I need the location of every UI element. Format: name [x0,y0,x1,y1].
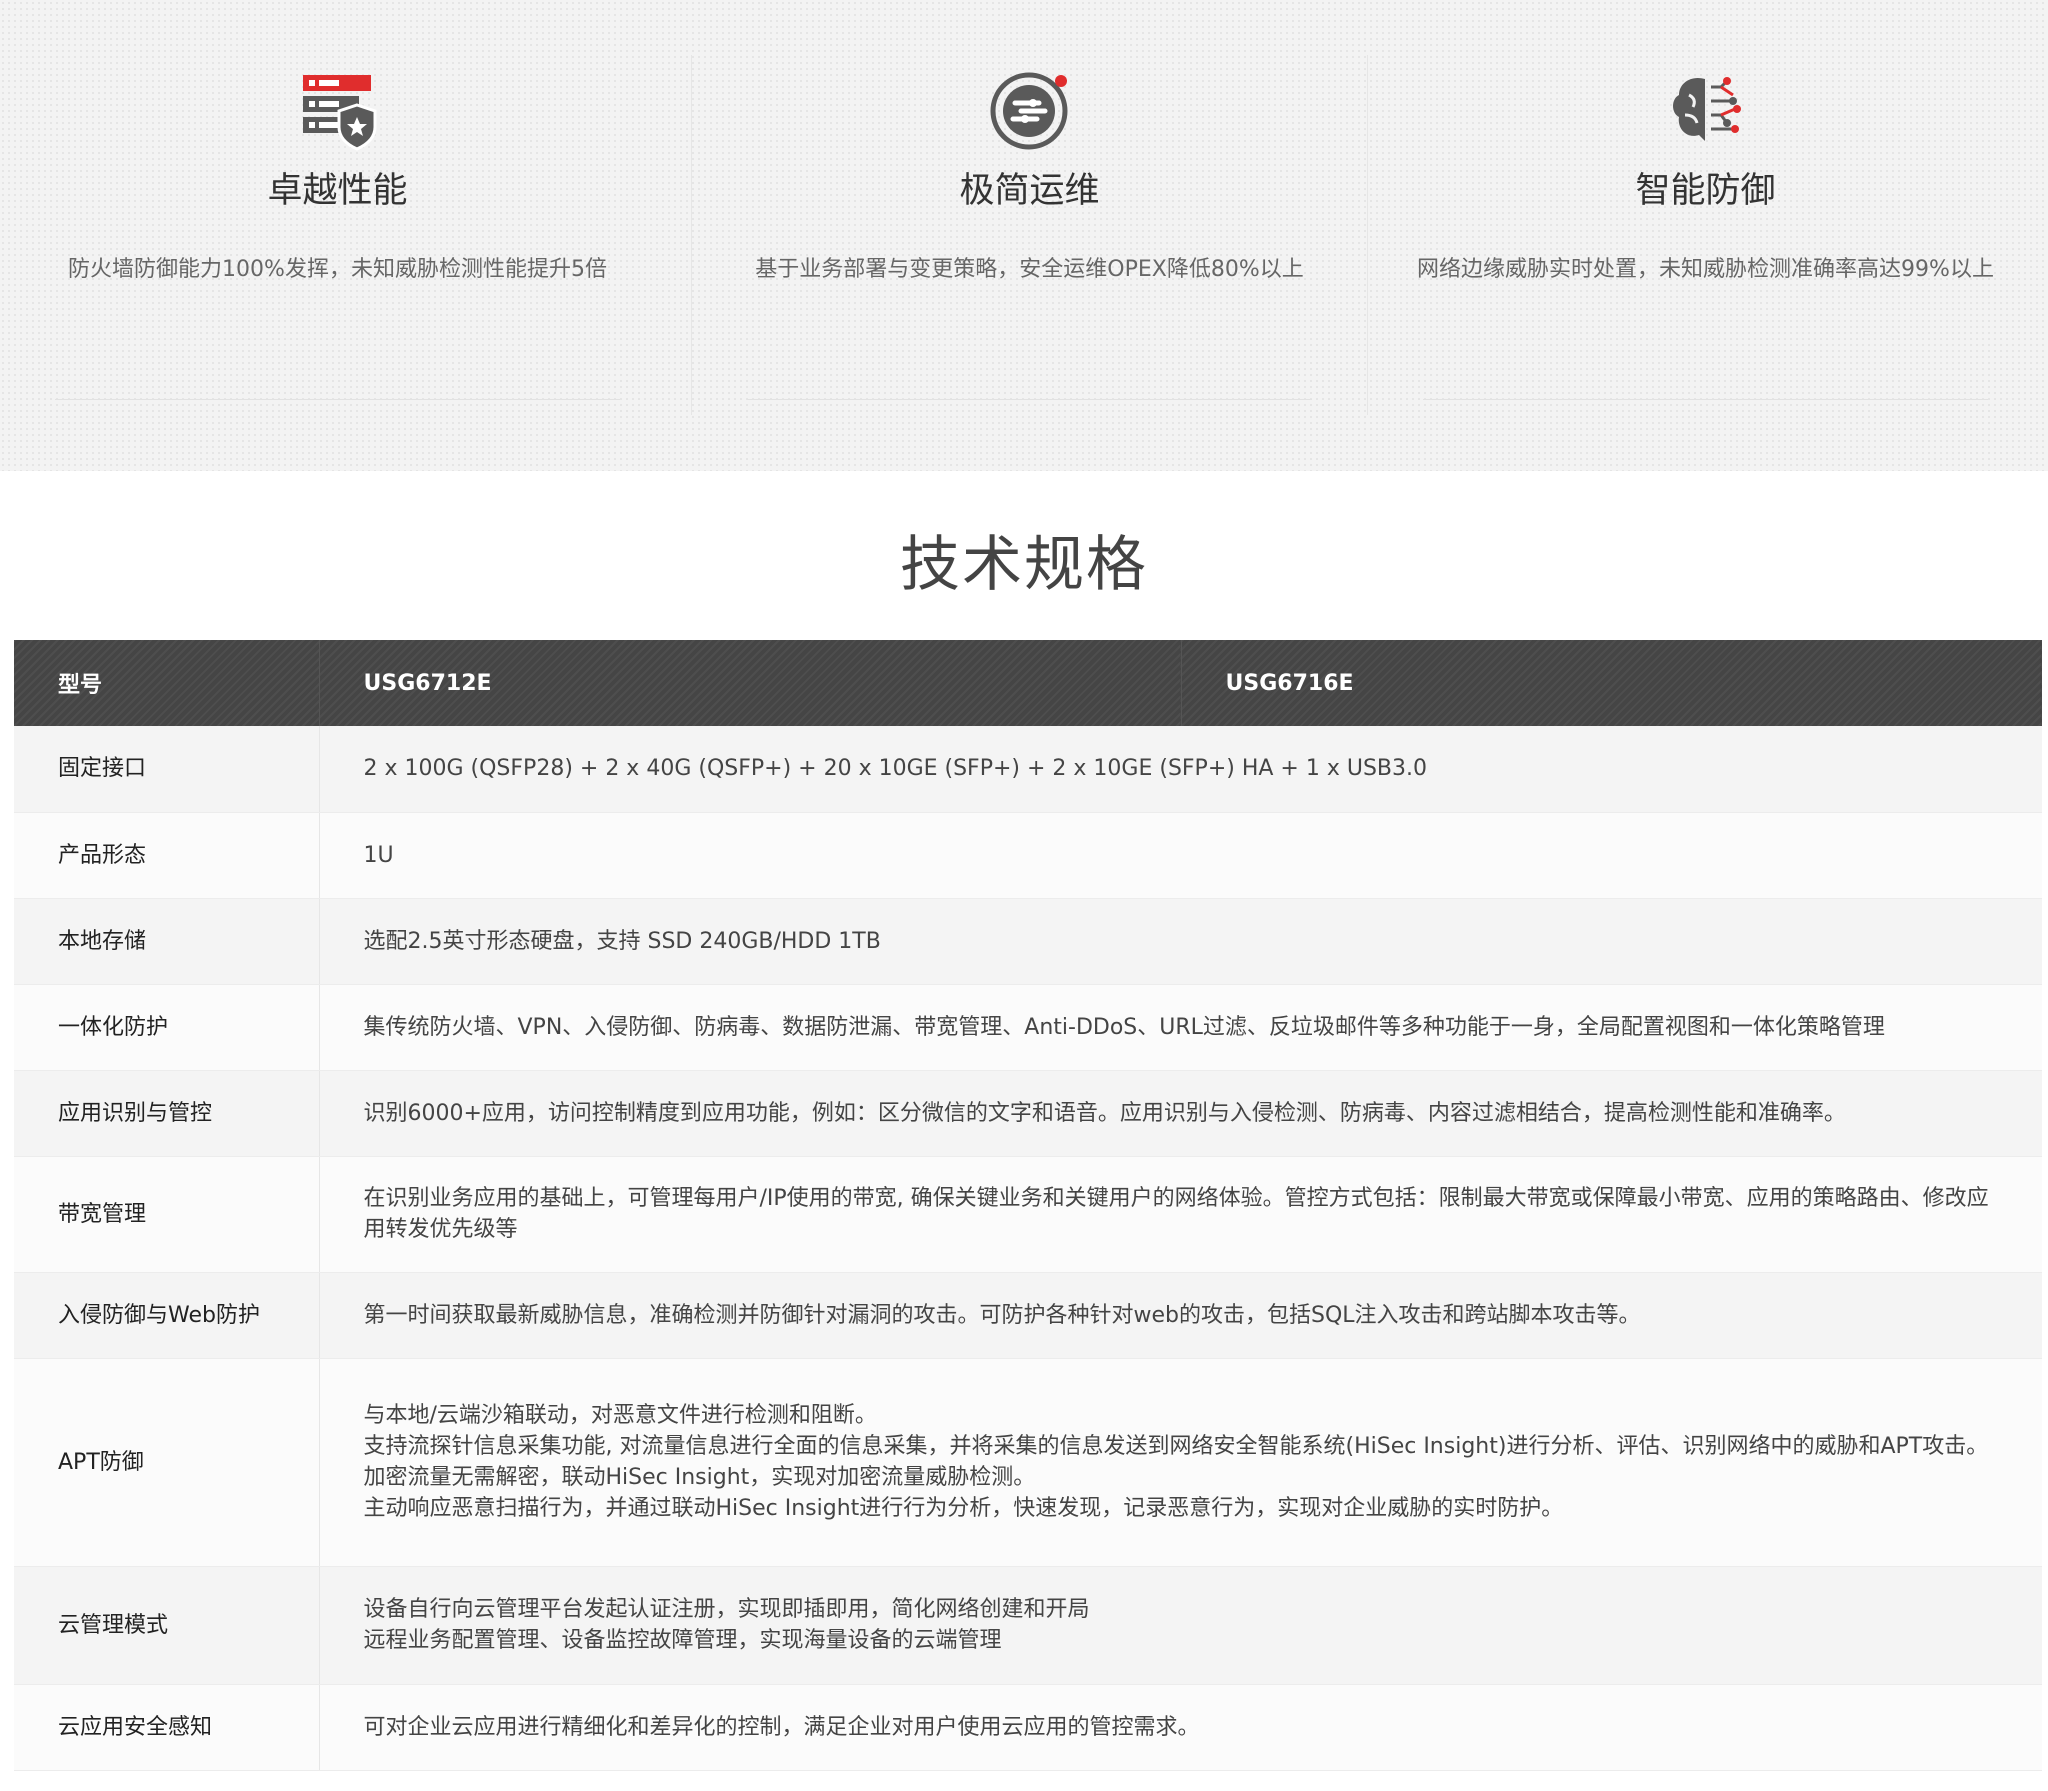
feature-underline [747,399,1312,400]
spec-value-line: 在识别业务应用的基础上，可管理每用户/IP使用的带宽, 确保关键业务和关键用户的… [363,1186,1989,1242]
spec-value-line: 可对企业云应用进行精细化和差异化的控制，满足企业对用户使用云应用的管控需求。 [363,1714,1200,1740]
spec-value-line: 远程业务配置管理、设备监控故障管理，实现海量设备的云端管理 [363,1628,1002,1653]
header-usg6716e: USG6716E [1181,640,2042,726]
spec-table: 型号 USG6712E USG6716E 固定接口 2 x 100G (QSFP2… [14,640,2042,1771]
feature-card-performance: 卓越性能 防火墙防御能力100%发挥，未知威胁检测性能提升5倍 [0,55,675,415]
feature-card-defense: 智能防御 网络边缘威胁实时处置，未知威胁检测准确率高达99%以上 [1368,55,2043,415]
spec-label: 一体化防护 [14,984,320,1071]
feature-card-ops: 极简运维 基于业务部署与变更策略，安全运维OPEX降低80%以上 [692,55,1367,415]
feature-title: 极简运维 [959,171,1100,211]
feature-description: 基于业务部署与变更策略，安全运维OPEX降低80%以上 [755,257,1304,282]
spec-label: 云应用安全感知 [14,1684,320,1771]
header-model: 型号 [14,640,320,726]
spec-label: 应用识别与管控 [14,1070,320,1157]
simple-ops-icon [990,72,1067,150]
spec-value-line: 2 x 100G (QSFP28) + 2 x 40G (QSFP+) + 20… [363,756,1428,782]
spec-table-header: 型号 USG6712E USG6716E [14,640,2042,726]
feature-underline [55,399,620,400]
features-section: 卓越性能 防火墙防御能力100%发挥，未知威胁检测性能提升5倍 极简运维 基于业… [0,0,2048,471]
table-row: 应用识别与管控 识别6000+应用，访问控制精度到应用功能，例如：区分微信的文字和… [14,1070,2042,1157]
spec-value-line: 与本地/云端沙箱联动，对恶意文件进行检测和阻断。 [363,1403,877,1428]
spec-label: 带宽管理 [14,1156,320,1273]
table-row: 产品形态 1U [14,812,2042,899]
feature-underline [1423,399,1988,400]
spec-value-line: 支持流探针信息采集功能, 对流量信息进行全面的信息采集，并将采集的信息发送到网络… [363,1434,1989,1459]
spec-value: 设备自行向云管理平台发起认证注册，实现即插即用，简化网络创建和开局 远程业务配置管… [319,1566,2042,1685]
spec-value-line: 选配2.5英寸形态硬盘，支持 SSD 240GB/HDD 1TB [363,928,881,954]
spec-value-line: 主动响应恶意扫描行为，并通过联动HiSec Insight进行行为分析，快速发现… [363,1496,1564,1521]
spec-value: 选配2.5英寸形态硬盘，支持 SSD 240GB/HDD 1TB [319,898,2042,985]
spec-value: 第一时间获取最新威胁信息，准确检测并防御针对漏洞的攻击。可防护各种针对web的攻… [319,1272,2042,1359]
spec-value: 与本地/云端沙箱联动，对恶意文件进行检测和阻断。支持流探针信息采集功能, 对流量… [319,1358,2042,1567]
spec-value: 集传统防火墙、VPN、入侵防御、防病毒、数据防泄漏、带宽管理、Anti-DDoS… [319,984,2042,1071]
spec-label: 入侵防御与Web防护 [14,1272,320,1359]
spec-label: 云管理模式 [14,1566,320,1685]
table-row: 入侵防御与Web防护 第一时间获取最新威胁信息，准确检测并防御针对漏洞的攻击。可防… [14,1272,2042,1359]
spec-value: 可对企业云应用进行精细化和差异化的控制，满足企业对用户使用云应用的管控需求。 [319,1684,2042,1771]
spec-value: 2 x 100G (QSFP28) + 2 x 40G (QSFP+) + 20… [319,726,2042,813]
spec-value: 在识别业务应用的基础上，可管理每用户/IP使用的带宽, 确保关键业务和关键用户的… [319,1156,2042,1273]
table-row: 云应用安全感知 可对企业云应用进行精细化和差异化的控制，满足企业对用户使用云应用的… [14,1684,2042,1771]
spec-label: 产品形态 [14,812,320,899]
server-shield-icon [302,75,376,151]
header-usg6712e: USG6712E [319,640,1182,726]
feature-description: 网络边缘威胁实时处置，未知威胁检测准确率高达99%以上 [1417,257,1994,282]
spec-value: 1U [319,812,2042,899]
table-row: 本地存储 选配2.5英寸形态硬盘，支持 SSD 240GB/HDD 1TB [14,898,2042,985]
spec-value-line: 加密流量无需解密，联动HiSec Insight，实现对加密流量威胁检测。 [363,1465,1036,1490]
table-row: 云管理模式 设备自行向云管理平台发起认证注册，实现即插即用，简化网络创建和开局 远程… [14,1566,2042,1685]
spec-value-line: 集传统防火墙、VPN、入侵防御、防病毒、数据防泄漏、带宽管理、Anti-DDoS… [363,1014,1885,1040]
table-row: 带宽管理 在识别业务应用的基础上，可管理每用户/IP使用的带宽, 确保关键业务和关… [14,1156,2042,1273]
spec-value-line: 1U [363,842,394,868]
table-row: APT防御 与本地/云端沙箱联动，对恶意文件进行检测和阻断。 支持流探针信息采集功能… [14,1358,2042,1567]
spec-value: 识别6000+应用，访问控制精度到应用功能，例如：区分微信的文字和语音。应用识别… [319,1070,2042,1157]
feature-description: 防火墙防御能力100%发挥，未知威胁检测性能提升5倍 [68,257,607,282]
spec-label: 本地存储 [14,898,320,985]
feature-title: 卓越性能 [267,171,408,211]
table-row: 固定接口 2 x 100G (QSFP28) + 2 x 40G (QSFP+) … [14,726,2042,813]
spec-value-line: 第一时间获取最新威胁信息，准确检测并防御针对漏洞的攻击。可防护各种针对web的攻… [363,1302,1641,1328]
spec-label: 固定接口 [14,726,320,813]
section-title: 技术规格 [900,530,1148,600]
ai-brain-icon [1672,77,1741,141]
spec-value-line: 识别6000+应用，访问控制精度到应用功能，例如：区分微信的文字和语音。应用识别… [363,1100,1846,1126]
spec-value-line: 设备自行向云管理平台发起认证注册，实现即插即用，简化网络创建和开局 [363,1597,1090,1622]
table-row: 一体化防护 集传统防火墙、VPN、入侵防御、防病毒、数据防泄漏、带宽管理、Anti… [14,984,2042,1071]
feature-title: 智能防御 [1635,171,1776,211]
spec-label: APT防御 [14,1358,320,1567]
